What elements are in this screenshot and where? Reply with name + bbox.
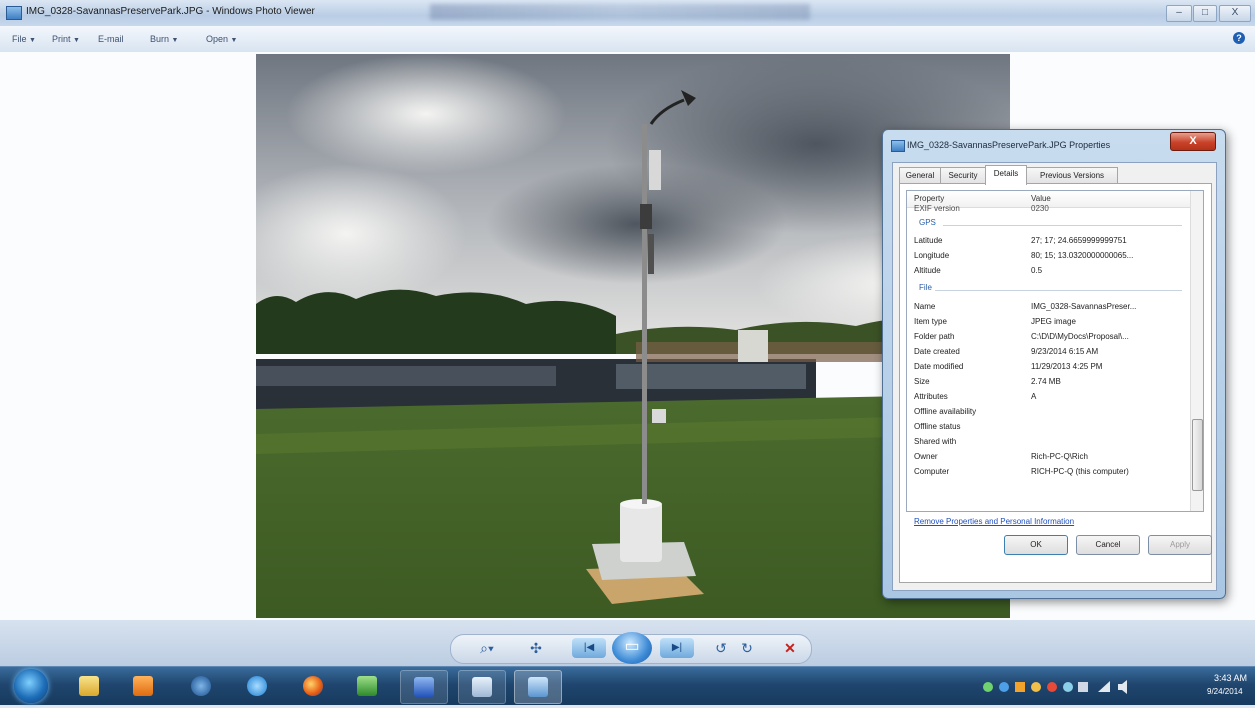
menu-burn[interactable]: Burn ▼ [150,34,178,44]
taskbar-notepad[interactable] [458,670,506,704]
tab-details[interactable]: Details [985,165,1027,185]
list-item[interactable]: Size 2.74 MB [907,374,1190,389]
apply-button[interactable]: Apply [1148,535,1212,555]
list-item[interactable]: EXIF version 0230 [907,201,1190,216]
dialog-close-button[interactable]: X [1170,132,1216,151]
tray-icon[interactable] [1015,682,1025,692]
tray-icons [983,680,1127,694]
tray-icon[interactable] [983,682,993,692]
word-icon [414,677,434,697]
list-item[interactable]: Date created 9/23/2014 6:15 AM [907,344,1190,359]
rotate-counterclockwise-icon[interactable]: ↺ [712,638,730,658]
properties-dialog: IMG_0328-SavannasPreservePark.JPG Proper… [882,129,1226,599]
list-item[interactable]: Offline availability [907,404,1190,419]
scrollbar-thumb[interactable] [1192,419,1203,491]
list-item[interactable]: Latitude 27; 17; 24.6659999999751 [907,233,1190,248]
delete-icon[interactable]: ✕ [780,638,800,658]
cancel-button[interactable]: Cancel [1076,535,1140,555]
tray-icon[interactable] [999,682,1009,692]
taskbar-excel[interactable] [344,670,390,702]
tab-general[interactable]: General [899,167,941,184]
tab-previous-versions[interactable]: Previous Versions [1026,167,1118,184]
notepad-icon [472,677,492,697]
list-item[interactable]: Offline status [907,419,1190,434]
ok-button[interactable]: OK [1004,535,1068,555]
taskbar-firefox[interactable] [290,670,336,702]
firefox-icon [303,676,323,696]
list-item[interactable]: Item type JPEG image [907,314,1190,329]
file-icon [891,140,905,152]
window-title: IMG_0328-SavannasPreservePark.JPG - Wind… [26,6,315,17]
group-gps: GPS [907,215,1190,230]
taskbar-hp[interactable] [178,670,224,702]
taskbar: 3:43 AM 9/24/2014 [0,666,1255,705]
list-item[interactable]: Name IMG_0328-SavannasPreser... [907,299,1190,314]
menu-open[interactable]: Open ▼ [206,34,237,44]
rotate-clockwise-icon[interactable]: ↻ [738,638,756,658]
clock-date[interactable]: 9/24/2014 [1207,687,1243,696]
remove-properties-link[interactable]: Remove Properties and Personal Informati… [914,517,1074,526]
zoom-icon[interactable]: ⌕▾ [474,638,500,658]
tray-icon[interactable] [1031,682,1041,692]
list-item[interactable]: Owner Rich-PC-Q\Rich [907,449,1190,464]
dialog-body: General Security Details Previous Versio… [892,162,1217,591]
network-icon[interactable] [1098,681,1110,692]
media-player-icon [133,676,153,696]
taskbar-word[interactable] [400,670,448,704]
details-panel: Property Value EXIF version 0230 GPS Lati… [899,183,1212,583]
list-item[interactable]: Altitude 0.5 [907,263,1190,278]
close-button[interactable]: X [1219,5,1251,22]
hp-icon [191,676,211,696]
previous-button[interactable]: |◀ [572,638,606,658]
excel-icon [357,676,377,696]
menu-bar: File ▼ Print ▼ E-mail Burn ▼ Open ▼ ? [0,26,1255,53]
dialog-title: IMG_0328-SavannasPreservePark.JPG Proper… [907,140,1111,150]
details-list: Property Value EXIF version 0230 GPS Lati… [906,190,1204,512]
details-scrollbar[interactable] [1190,191,1203,511]
title-bar: IMG_0328-SavannasPreservePark.JPG - Wind… [0,0,1255,26]
taskbar-photo-viewer[interactable] [514,670,562,704]
group-file: File [907,280,1190,295]
tab-security[interactable]: Security [940,167,986,184]
list-item[interactable]: Longitude 80; 15; 13.0320000000065... [907,248,1190,263]
help-icon[interactable]: ? [1233,32,1245,44]
photo-viewer-icon [6,6,22,20]
list-item[interactable]: Computer RICH-PC-Q (this computer) [907,464,1190,479]
taskbar-windows-explorer[interactable] [66,670,112,702]
background-window-title [430,4,810,20]
list-item[interactable]: Date modified 11/29/2013 4:25 PM [907,359,1190,374]
next-button[interactable]: ▶| [660,638,694,658]
menu-file[interactable]: File ▼ [12,34,36,44]
tray-icon[interactable] [1063,682,1073,692]
taskbar-internet-explorer[interactable] [234,670,280,702]
internet-explorer-icon [247,676,267,696]
start-button[interactable] [14,669,48,703]
viewer-controls: ⌕▾ ✣ |◀ ▭ ▶| ↺ ↻ ✕ [0,620,1255,666]
clock-time[interactable]: 3:43 AM [1214,673,1247,683]
actual-size-icon[interactable]: ✣ [526,638,546,658]
volume-icon[interactable] [1118,680,1127,694]
list-item[interactable]: Folder path C:\D\D\MyDocs\Proposal\... [907,329,1190,344]
list-item[interactable]: Shared with [907,434,1190,449]
minimize-button[interactable]: – [1166,5,1192,22]
menu-print[interactable]: Print ▼ [52,34,80,44]
tray-icon[interactable] [1047,682,1057,692]
tray-icon[interactable] [1078,682,1088,692]
taskbar-media-player[interactable] [120,670,166,702]
list-item[interactable]: Attributes A [907,389,1190,404]
menu-email[interactable]: E-mail [98,34,124,44]
slideshow-button[interactable]: ▭ [612,632,652,664]
maximize-button[interactable]: □ [1193,5,1217,22]
folder-icon [79,676,99,696]
photo-viewer-icon [528,677,548,697]
